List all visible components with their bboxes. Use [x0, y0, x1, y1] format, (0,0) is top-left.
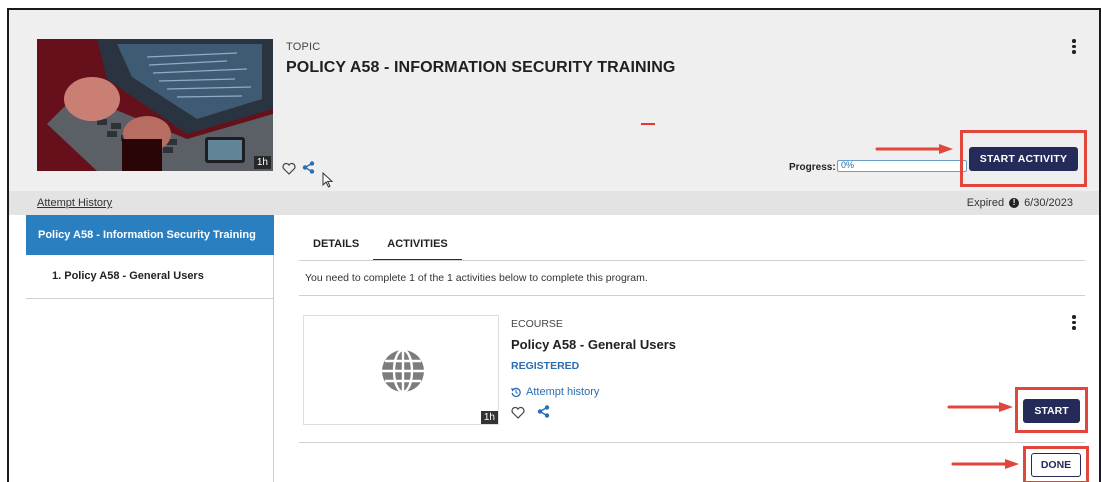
red-arrow-icon [875, 144, 953, 154]
heart-icon[interactable] [511, 406, 525, 419]
activity-thumbnail[interactable]: 1h [303, 315, 499, 425]
globe-icon [382, 348, 424, 394]
page-frame: 1h TOPIC POLICY A58 - INFORMATION SECURI… [7, 8, 1101, 482]
attempt-history-link[interactable]: Attempt History [37, 197, 112, 209]
expired-label: Expired [966, 197, 1005, 209]
tab-activities[interactable]: ACTIVITIES [373, 236, 462, 261]
progress-bar: 0% [837, 160, 967, 172]
divider [299, 260, 1085, 261]
attempt-strip: Attempt History Expired ! 6/30/2023 [9, 191, 1099, 215]
share-icon[interactable] [537, 405, 550, 418]
red-marker [641, 123, 655, 125]
sidebar-item-general-users[interactable]: 1. Policy A58 - General Users [26, 255, 274, 299]
topic-header: 1h TOPIC POLICY A58 - INFORMATION SECURI… [9, 10, 1099, 191]
history-icon [511, 387, 521, 397]
duration-badge: 1h [253, 156, 271, 169]
expiry-status: Expired ! 6/30/2023 [967, 197, 1073, 209]
start-button[interactable]: START [1023, 399, 1080, 423]
kebab-menu-icon[interactable] [1071, 315, 1077, 330]
red-arrow-icon [947, 402, 1013, 412]
expired-date: 6/30/2023 [1024, 197, 1073, 209]
info-icon: ! [1009, 198, 1020, 208]
share-icon[interactable] [302, 161, 315, 174]
laptop-photo [37, 39, 273, 171]
red-arrow-icon [951, 459, 1019, 469]
activity-title[interactable]: Policy A58 - General Users [511, 337, 676, 352]
attempt-history-label: Attempt history [526, 386, 600, 398]
progress-label: Progress: [789, 162, 836, 173]
activity-attempt-history-link[interactable]: Attempt history [511, 386, 599, 398]
divider [299, 442, 1085, 443]
progress-value: 0% [841, 160, 855, 170]
activity-type-label: ECOURSE [511, 318, 563, 330]
completion-instruction: You need to complete 1 of the 1 activiti… [305, 272, 648, 284]
topic-type-label: TOPIC [286, 41, 321, 53]
divider [299, 295, 1085, 296]
sidebar: Policy A58 - Information Security Traini… [26, 215, 274, 482]
topic-thumbnail: 1h [37, 39, 273, 171]
sidebar-item-program[interactable]: Policy A58 - Information Security Traini… [26, 215, 274, 255]
tab-details[interactable]: DETAILS [299, 236, 373, 261]
start-activity-button[interactable]: START ACTIVITY [969, 147, 1078, 171]
kebab-menu-icon[interactable] [1071, 39, 1077, 54]
duration-badge: 1h [480, 411, 498, 424]
done-button[interactable]: DONE [1031, 453, 1081, 477]
mouse-cursor-icon [322, 172, 334, 188]
status-badge: REGISTERED [511, 360, 580, 372]
heart-icon[interactable] [282, 162, 296, 175]
tab-bar: DETAILS ACTIVITIES [299, 236, 462, 261]
page-title: POLICY A58 - INFORMATION SECURITY TRAINI… [286, 59, 676, 76]
